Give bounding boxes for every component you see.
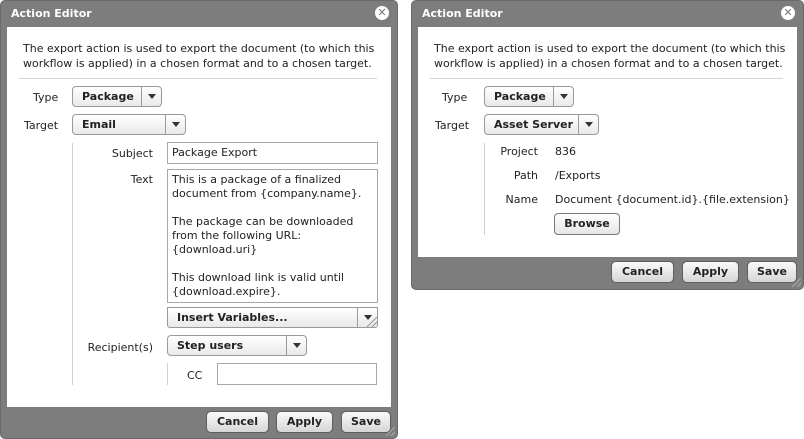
insert-variables-select[interactable]: Insert Variables... <box>167 307 378 328</box>
dialog-content: The export action is used to export the … <box>7 27 391 407</box>
chevron-down-icon <box>553 87 573 106</box>
close-icon[interactable]: ✕ <box>375 6 389 20</box>
cc-input[interactable] <box>217 363 377 385</box>
browse-button[interactable]: Browse <box>554 213 620 235</box>
action-editor-dialog-asset-server: Action Editor ✕ The export action is use… <box>411 0 804 290</box>
insert-variables-label: Insert Variables... <box>177 311 288 324</box>
type-select-value: Package <box>494 90 546 103</box>
cc-label: CC <box>187 369 203 382</box>
text-paragraph: This download link is valid until {downl… <box>172 271 345 298</box>
target-select-value: Email <box>82 118 116 131</box>
target-select-value: Asset Server <box>494 118 574 131</box>
recipients-label: Recipient(s) <box>87 341 153 354</box>
save-button[interactable]: Save <box>747 261 797 283</box>
chevron-down-icon <box>141 87 161 106</box>
action-description: The export action is used to export the … <box>434 42 786 70</box>
dialog-content: The export action is used to export the … <box>418 27 797 257</box>
path-value: /Exports <box>555 169 601 182</box>
target-label: Target <box>24 119 59 132</box>
action-description: The export action is used to export the … <box>23 42 375 70</box>
chevron-down-icon <box>165 115 185 134</box>
group-indent-line <box>72 143 73 385</box>
chevron-down-icon <box>578 115 598 134</box>
chevron-down-icon <box>286 336 306 355</box>
cancel-button[interactable]: Cancel <box>206 411 269 433</box>
save-button[interactable]: Save <box>341 411 391 433</box>
cc-indent-line <box>167 363 168 385</box>
resize-handle-icon[interactable] <box>367 317 377 327</box>
project-value: 836 <box>555 145 576 158</box>
type-label: Type <box>33 91 59 104</box>
name-label: Name <box>505 193 538 206</box>
project-label: Project <box>500 145 538 158</box>
type-select[interactable]: Package <box>72 86 162 107</box>
message-textarea[interactable]: This is a package of a finalized documen… <box>167 169 378 303</box>
name-value: Document {document.id}.{file.extension} <box>555 193 790 206</box>
group-indent-line <box>484 143 485 235</box>
recipients-select[interactable]: Step users <box>167 335 307 356</box>
text-paragraph: This is a package of a finalized documen… <box>172 173 362 200</box>
target-select[interactable]: Asset Server <box>484 114 599 135</box>
cancel-button[interactable]: Cancel <box>611 261 674 283</box>
text-label: Text <box>130 173 153 186</box>
window-resize-grip-icon[interactable] <box>792 278 801 287</box>
divider <box>430 78 783 79</box>
dialog-title: Action Editor <box>11 7 92 20</box>
type-select-value: Package <box>82 90 134 103</box>
close-icon[interactable]: ✕ <box>781 6 795 20</box>
subject-label: Subject <box>111 147 153 160</box>
window-resize-grip-icon[interactable] <box>386 427 395 436</box>
dialog-title: Action Editor <box>422 7 503 20</box>
type-select[interactable]: Package <box>484 86 574 107</box>
target-select[interactable]: Email <box>72 114 186 135</box>
target-label: Target <box>435 119 470 132</box>
path-label: Path <box>513 169 538 182</box>
action-editor-dialog-email: Action Editor ✕ The export action is use… <box>0 0 398 439</box>
subject-input[interactable]: Package Export <box>167 142 378 164</box>
recipients-select-value: Step users <box>177 339 244 352</box>
apply-button[interactable]: Apply <box>276 411 333 433</box>
text-paragraph: The package can be downloaded from the f… <box>172 215 354 256</box>
type-label: Type <box>442 91 468 104</box>
apply-button[interactable]: Apply <box>682 261 739 283</box>
divider <box>19 78 377 79</box>
